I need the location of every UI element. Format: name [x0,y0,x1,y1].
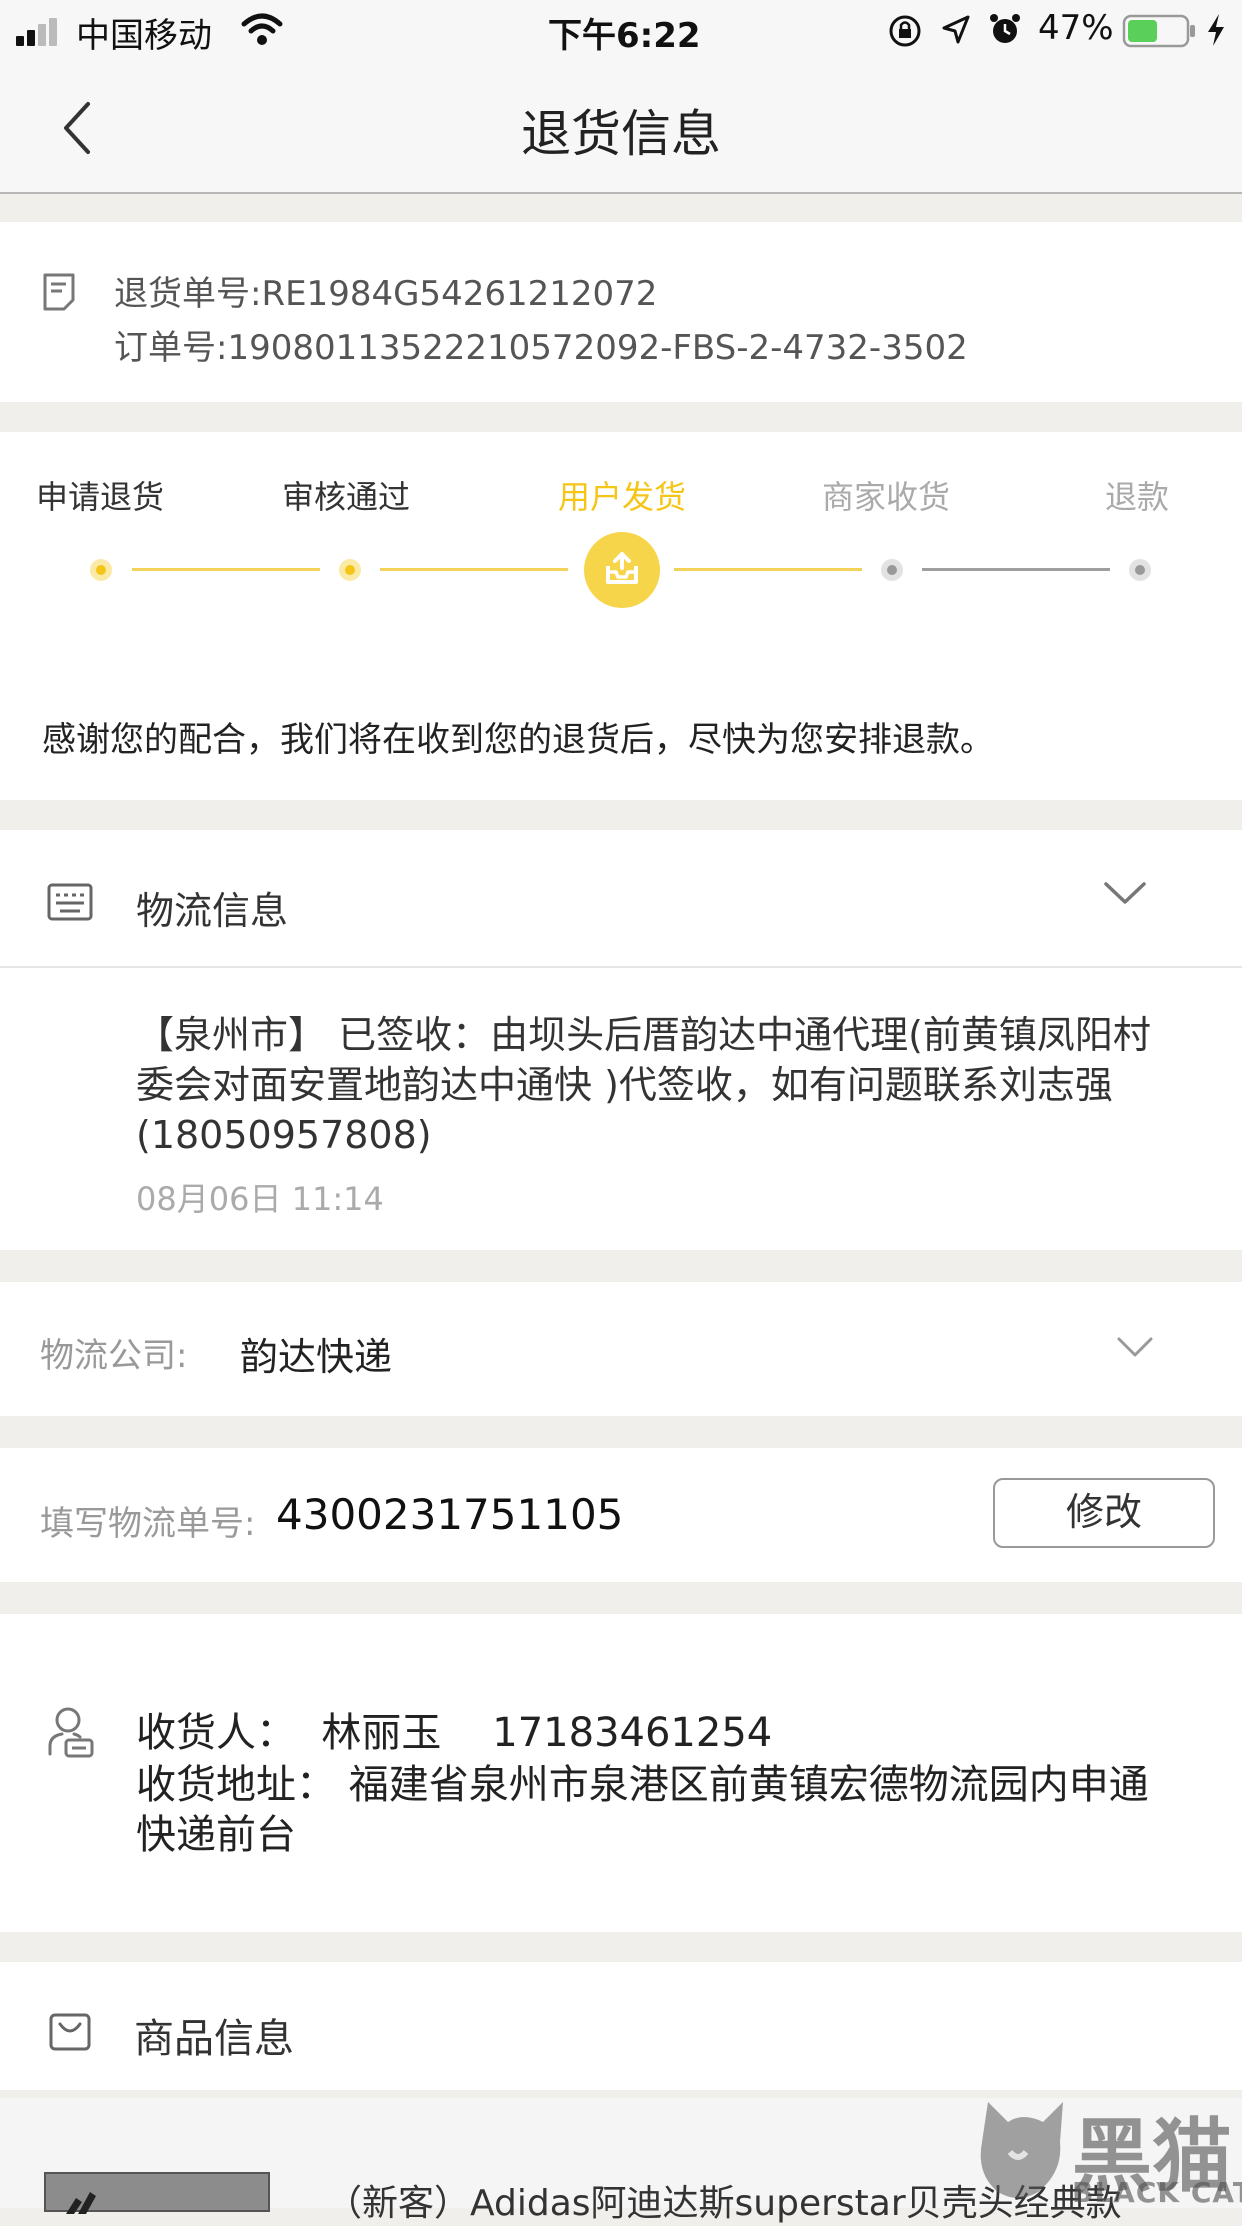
battery-icon [1122,14,1198,48]
adidas-logo-icon [66,2192,96,2214]
receiver-name: 收货人： 林丽玉 17183461254 [136,1710,773,1756]
step-dot [881,559,903,581]
charging-icon [1204,12,1228,48]
progress-line [380,568,568,571]
company-row[interactable]: 物流公司: 韵达快递 [0,1282,1242,1416]
company-label: 物流公司: [40,1336,188,1376]
product-thumbnail [44,2172,270,2214]
step-label: 商家收货 [822,478,951,516]
step-dot [90,559,112,581]
order-info-card: 退货单号:RE1984G54261212072 订单号:190801135222… [0,222,1242,402]
chevron-down-icon [1102,878,1148,908]
location-icon [940,14,972,46]
black-cat-logo-icon [980,2102,1063,2198]
step-label-current: 用户发货 [558,478,687,516]
bag-icon [48,2012,92,2052]
logistics-detail: 【泉州市】 已签收：由坝头后厝韵达中通代理(前黄镇凤阳村委会对面安置地韵达中通快… [136,1013,1151,1157]
alarm-icon [988,12,1022,46]
step-label: 申请退货 [36,478,165,516]
tracking-label: 填写物流单号: [40,1504,256,1544]
wifi-icon [240,12,284,46]
tracking-row: 填写物流单号: 4300231751105 修改 [0,1448,1242,1582]
chevron-down-icon [1115,1334,1155,1360]
nav-bar: 退货信息 [0,62,1242,194]
logistics-header[interactable]: 物流信息 [0,830,1242,966]
goods-header: 商品信息 [0,1962,1242,2090]
battery-percent: 47% [1038,8,1114,48]
return-progress: 申请退货 审核通过 用户发货 商家收货 退款 感谢您的配合，我们将在收到您的退货… [0,432,1242,800]
carrier-label: 中国移动 [76,16,212,56]
logistics-card: 物流信息 【泉州市】 已签收：由坝头后厝韵达中通代理(前黄镇凤阳村委会对面安置地… [0,830,1242,1250]
progress-line [922,568,1110,571]
keyboard-icon [46,882,94,922]
page-title: 退货信息 [521,105,721,163]
watermark-subtext: BLACK CAT [1072,2176,1242,2209]
return-number: 退货单号:RE1984G54261212072 [114,274,658,314]
document-icon [42,272,76,312]
progress-message: 感谢您的配合，我们将在收到您的退货后，尽快为您安排退款。 [42,720,994,760]
signal-icon [16,16,66,46]
status-bar: 中国移动 下午6:22 47% [0,0,1242,62]
clock: 下午6:22 [548,16,701,56]
step-label: 退款 [1105,478,1170,516]
receiver-address: 收货地址： 福建省泉州市泉港区前黄镇宏德物流园内申通快递前台 [136,1762,1149,1858]
logistics-time: 08月06日 11:14 [136,1180,384,1218]
tracking-number: 4300231751105 [276,1490,624,1539]
current-step-marker [584,532,660,608]
divider [0,966,1242,968]
step-dot [339,559,361,581]
logistics-title: 物流信息 [136,889,289,933]
shipping-box-icon [606,552,638,584]
contact-icon [46,1706,96,1758]
watermark: 黑猫 BLACK CAT [968,2092,1242,2209]
step-dot [1129,559,1151,581]
goods-title: 商品信息 [134,2016,294,2062]
receiver-card: 收货人： 林丽玉 17183461254 收货地址： 福建省泉州市泉港区前黄镇宏… [0,1614,1242,1932]
order-number: 订单号:190801135222105720​92-FBS-2-4732-350… [114,328,968,368]
modify-button[interactable]: 修改 [993,1478,1215,1548]
progress-line [132,568,320,571]
step-label: 审核通过 [282,478,411,516]
rotation-lock-icon [888,14,922,48]
company-value: 韵达快递 [240,1335,393,1379]
progress-line [674,568,862,571]
